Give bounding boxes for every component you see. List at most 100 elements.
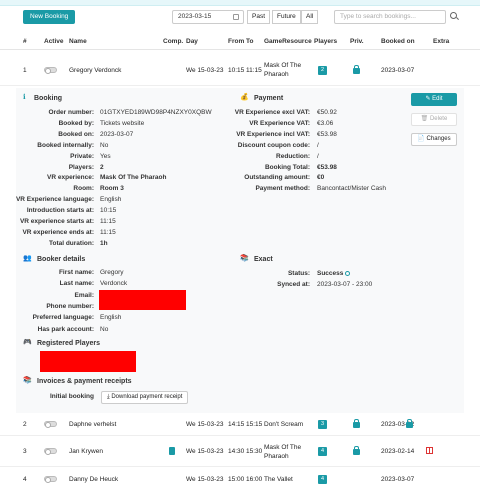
- exact-synced-label: Synced at:: [277, 281, 310, 288]
- calendar-icon[interactable]: [233, 14, 239, 20]
- search-icon[interactable]: [450, 12, 457, 19]
- field-label: Reduction:: [276, 152, 310, 160]
- row-number: 3: [23, 448, 27, 455]
- payment-section-title: Payment: [254, 95, 284, 102]
- field-value: €53.98: [317, 163, 337, 171]
- table-header: # Active Name Comp. Day From To GameReso…: [0, 38, 480, 50]
- col-header-to[interactable]: To: [246, 38, 253, 45]
- table-row[interactable]: 3 Jan Krywen We 15-03-23 14:30 15:30 Mas…: [0, 437, 480, 467]
- row-booked-on: 2023-02-14: [381, 448, 415, 455]
- row-to: 11:15: [246, 67, 262, 74]
- field-label: VR Experience VAT:: [249, 119, 310, 127]
- future-filter-button[interactable]: Future: [272, 10, 301, 24]
- exact-status-label: Status:: [287, 270, 310, 277]
- field-label: Introduction starts at:: [26, 207, 94, 215]
- col-header-extra: Extra: [433, 38, 450, 45]
- col-header-day[interactable]: Day: [186, 38, 198, 45]
- delete-button[interactable]: 🗑 Delete: [411, 113, 457, 126]
- search-input[interactable]: Type to search bookings...: [334, 10, 446, 24]
- active-toggle[interactable]: [44, 421, 57, 428]
- changes-label: Changes: [426, 136, 451, 142]
- changes-button[interactable]: 📄 Changes: [411, 133, 457, 146]
- field-label: Last name:: [59, 280, 94, 288]
- field-label: VR Experience excl VAT:: [234, 109, 310, 116]
- toolbar: New Booking 2023-03-15 Past Future All T…: [0, 10, 480, 26]
- active-toggle[interactable]: [44, 476, 57, 483]
- field-label: Phone number:: [46, 302, 94, 310]
- row-name[interactable]: Jan Krywen: [69, 448, 103, 455]
- col-header-players[interactable]: Players: [314, 38, 337, 45]
- col-header-num: #: [23, 38, 27, 45]
- exact-status-value: Success: [317, 270, 351, 277]
- col-header-private[interactable]: Priv.: [350, 38, 364, 45]
- all-filter-button[interactable]: All: [301, 10, 319, 24]
- field-label: VR experience:: [47, 174, 94, 182]
- date-input[interactable]: 2023-03-15: [172, 10, 244, 24]
- row-number: 1: [23, 67, 27, 74]
- row-name[interactable]: Gregory Verdonck: [69, 67, 121, 74]
- initial-booking-label: Initial booking: [49, 393, 94, 400]
- col-header-name[interactable]: Name: [69, 38, 87, 45]
- field-label: Room:: [73, 185, 94, 193]
- past-filter-button[interactable]: Past: [247, 10, 271, 24]
- field-value: €53.98: [317, 130, 337, 138]
- row-day: We 15-03-23: [186, 421, 224, 428]
- active-toggle[interactable]: [44, 67, 57, 74]
- row-game: Don't Scream: [264, 421, 304, 428]
- col-header-gameresource[interactable]: GameResource: [264, 38, 312, 45]
- col-header-from[interactable]: From: [228, 38, 244, 45]
- field-value: No: [100, 325, 109, 333]
- table-row[interactable]: 2 Daphne verhelst We 15-03-23 14:15 15:1…: [0, 414, 480, 436]
- invoices-section-title: Invoices & payment receipts: [37, 378, 132, 385]
- field-label: Private:: [70, 152, 94, 160]
- table-row[interactable]: 1 Gregory Verdonck We 15-03-23 10:15 11:…: [0, 56, 480, 86]
- lock-icon: [406, 419, 413, 428]
- row-from: 14:15: [228, 421, 245, 428]
- info-icon: ℹ: [23, 94, 26, 101]
- field-label: VR experience ends at:: [22, 228, 94, 236]
- field-value: Bancontact/Mister Cash: [317, 185, 387, 193]
- row-number: 2: [23, 421, 27, 428]
- col-header-active[interactable]: Active: [44, 38, 64, 45]
- field-value: 10:15: [100, 207, 117, 215]
- gift-icon: [426, 447, 433, 454]
- field-value: Verdonck: [100, 280, 128, 288]
- books-icon: 📚: [23, 377, 32, 384]
- field-label: First name:: [58, 269, 94, 276]
- money-bag-icon: 💰: [240, 94, 249, 101]
- players-badge: 4: [318, 447, 327, 456]
- active-toggle[interactable]: [44, 448, 57, 455]
- field-value: €0: [317, 174, 325, 182]
- players-badge: 2: [318, 66, 327, 75]
- redacted-contact-info: [99, 290, 186, 310]
- field-value: /: [317, 141, 319, 149]
- field-value: 2: [100, 163, 104, 171]
- lock-icon: [353, 65, 360, 74]
- row-day: We 15-03-23: [186, 448, 224, 455]
- date-value: 2023-03-15: [178, 13, 212, 20]
- row-game: Mask Of The Pharaoh: [264, 62, 302, 78]
- download-receipt-button[interactable]: ⤓ Download payment receipt: [101, 391, 189, 404]
- players-badge: 3: [318, 420, 327, 429]
- check-circle-icon: [345, 271, 351, 276]
- field-label: VR Experience language:: [15, 196, 94, 204]
- field-value: /: [317, 152, 319, 160]
- field-value: Yes: [100, 152, 111, 160]
- edit-label: Edit: [432, 96, 443, 102]
- booking-section-title: Booking: [34, 95, 62, 102]
- field-value: English: [100, 314, 122, 322]
- table-row[interactable]: 4 Danny De Heuck We 15-03-23 15:00 16:00…: [0, 468, 480, 488]
- field-label: Total duration:: [48, 239, 94, 247]
- field-value: Room 3: [100, 185, 124, 193]
- row-from: 14:30: [228, 448, 245, 455]
- field-label: Order number:: [48, 109, 94, 116]
- row-name[interactable]: Daphne verhelst: [69, 421, 116, 428]
- field-label: Outstanding amount:: [244, 174, 310, 182]
- edit-button[interactable]: ✎ Edit: [411, 93, 457, 106]
- new-booking-button[interactable]: New Booking: [23, 10, 76, 24]
- col-header-comp[interactable]: Comp.: [163, 38, 183, 45]
- field-value: Mask Of The Pharaoh: [100, 174, 167, 182]
- col-header-booked-on[interactable]: Booked on: [381, 38, 415, 45]
- row-booked-on: 2023-03-07: [381, 67, 415, 74]
- field-value: 11:15: [100, 228, 116, 236]
